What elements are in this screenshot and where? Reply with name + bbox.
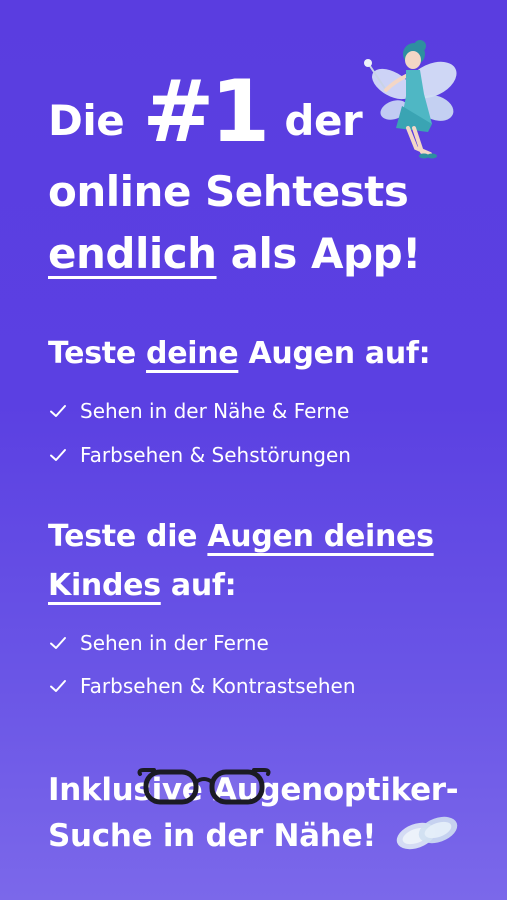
glasses-illustration <box>137 768 271 805</box>
list-item-label: Farbsehen & Kontrastsehen <box>80 674 356 698</box>
list-item: Sehen in der Ferne <box>48 629 269 657</box>
section-child-heading-pre: Teste die <box>48 519 198 554</box>
fairy-illustration <box>364 40 457 159</box>
section-self-heading-underlined: deine <box>146 336 239 371</box>
checkmark-icon <box>50 637 66 649</box>
checkmark-icon <box>50 449 66 461</box>
contact-lenses-illustration <box>396 816 458 850</box>
headline-pre: Die <box>48 96 125 145</box>
footer-line-2: Suche in der Nähe! <box>48 818 377 854</box>
list-item: Farbsehen & Kontrastsehen <box>48 672 356 700</box>
section-child-heading-post: auf: <box>170 568 237 603</box>
headline-line-2: online Sehtests <box>48 167 409 216</box>
list-item-label: Sehen in der Nähe & Ferne <box>80 399 350 423</box>
section-child-heading-underlined-2: Kindes <box>48 568 161 603</box>
headline-line-3: endlich als App! <box>48 228 421 280</box>
list-item-label: Farbsehen & Sehstörungen <box>80 443 351 467</box>
headline-line-1: Die #1 der <box>48 69 363 155</box>
section-child-heading-line-1: Teste die Augen deines <box>48 516 434 558</box>
headline-underlined-word: endlich <box>48 229 217 278</box>
checkmark-icon <box>50 405 66 417</box>
section-child-heading-underlined-1: Augen deines <box>207 519 434 554</box>
headline-line-3-post: als App! <box>230 229 422 278</box>
section-self-heading: Teste deine Augen auf: <box>48 333 431 375</box>
list-item: Sehen in der Nähe & Ferne <box>48 397 349 425</box>
checkmark-icon <box>50 680 66 692</box>
list-item: Farbsehen & Sehstörungen <box>48 441 351 469</box>
section-child-heading-line-2: Kindes auf: <box>48 565 237 607</box>
headline-rank: #1 <box>142 62 270 162</box>
section-self-heading-post: Augen auf: <box>248 336 431 371</box>
section-self-heading-pre: Teste <box>48 336 136 371</box>
headline-post: der <box>284 96 363 145</box>
list-item-label: Sehen in der Ferne <box>80 631 269 655</box>
